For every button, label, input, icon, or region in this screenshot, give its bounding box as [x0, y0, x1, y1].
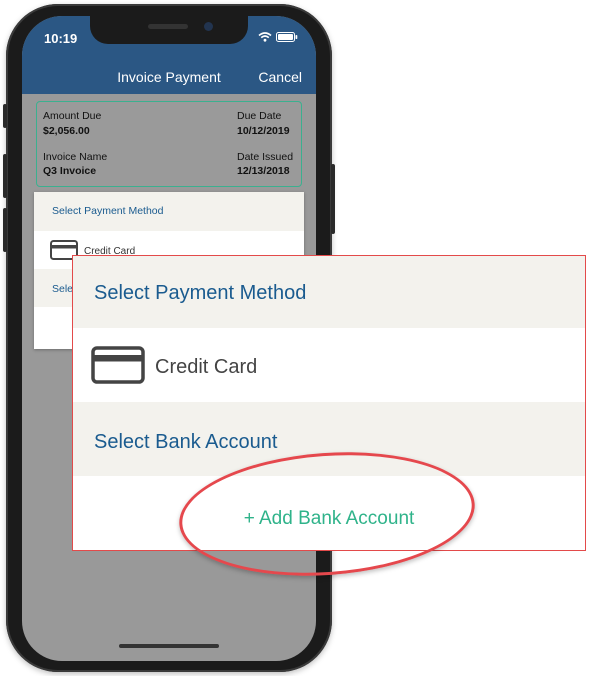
select-payment-method-label: Select Payment Method: [52, 205, 164, 217]
volume-up-button: [3, 154, 7, 198]
payment-method-header: Select Payment Method: [34, 192, 304, 231]
status-time: 10:19: [44, 31, 78, 46]
zoom-select-payment-method-label: Select Payment Method: [94, 282, 307, 304]
front-camera: [204, 22, 213, 31]
due-date-value: 10/12/2019: [237, 125, 290, 137]
date-issued-label: Date Issued: [237, 151, 294, 163]
cancel-button[interactable]: Cancel: [258, 69, 302, 85]
power-button: [331, 164, 335, 234]
zoom-payment-method-header: Select Payment Method: [73, 256, 585, 328]
zoom-select-bank-account-label: Select Bank Account: [94, 431, 278, 453]
invoice-name-label: Invoice Name: [43, 151, 108, 163]
wifi-icon: [258, 32, 272, 42]
speaker-grille: [148, 24, 188, 29]
invoice-name-value: Q3 Invoice: [43, 165, 97, 177]
status-icons: [258, 32, 298, 42]
zoom-credit-card-option[interactable]: Credit Card: [73, 328, 585, 402]
phone-notch: [90, 16, 248, 44]
app-header: 10:19 Invoice Payment Cancel: [22, 16, 316, 94]
credit-card-icon: [91, 346, 145, 384]
volume-down-button: [3, 208, 7, 252]
battery-icon: [276, 32, 298, 42]
mute-switch: [3, 104, 7, 128]
invoice-summary-card: Amount Due $2,056.00 Due Date 10/12/2019…: [36, 101, 302, 187]
zoom-credit-card-label: Credit Card: [155, 356, 258, 378]
home-indicator: [119, 644, 219, 648]
amount-due-label: Amount Due: [43, 110, 102, 122]
due-date-label: Due Date: [237, 110, 282, 122]
amount-due-value: $2,056.00: [43, 125, 90, 137]
date-issued-value: 12/13/2018: [237, 165, 290, 177]
